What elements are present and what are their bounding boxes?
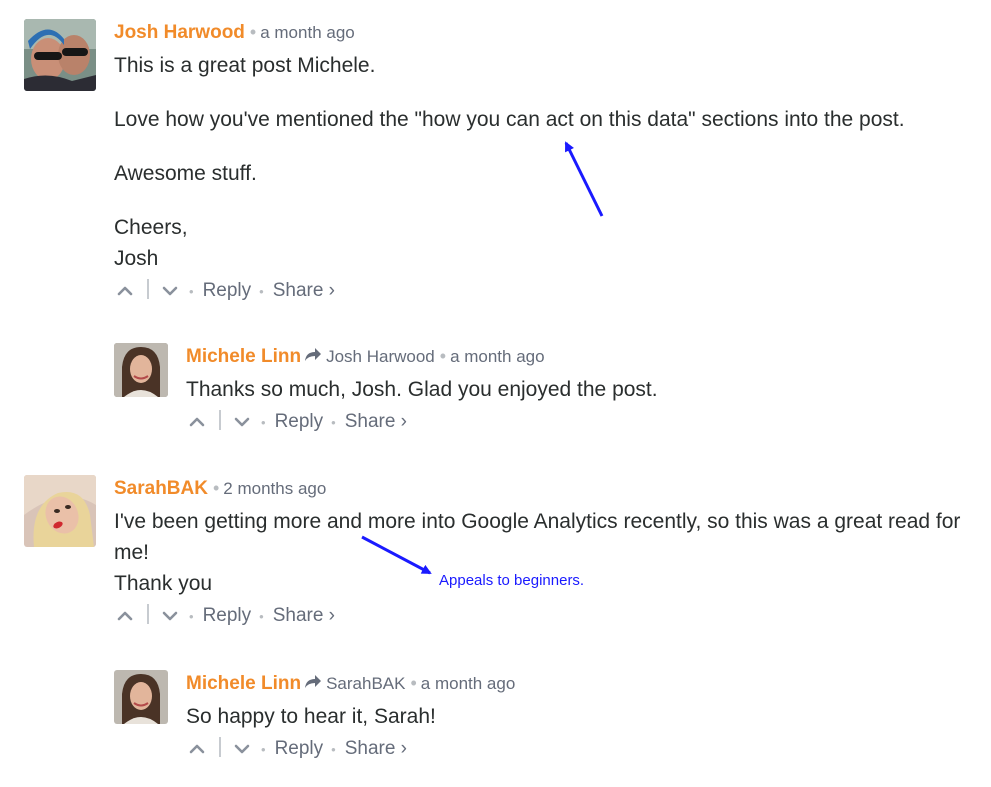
comment-paragraph: So happy to hear it, Sarah!	[186, 705, 436, 728]
comment-actions: • Reply • Share ›	[114, 276, 974, 306]
meta-separator: •	[212, 478, 220, 498]
chevron-up-icon	[117, 611, 133, 621]
chevron-down-icon	[234, 417, 250, 427]
comment-1: Josh Harwood • a month ago This is a great…	[114, 19, 974, 306]
reply-to[interactable]: Josh Harwood	[304, 347, 435, 366]
avatar-sarahbak[interactable]	[24, 475, 96, 547]
vote-divider	[219, 737, 221, 757]
meta-separator: •	[439, 346, 447, 366]
comment-paragraph: I've been getting more and more into Goo…	[114, 510, 961, 564]
chevron-up-icon	[117, 286, 133, 296]
action-separator: •	[189, 609, 194, 624]
action-separator: •	[331, 415, 336, 430]
action-separator: •	[189, 284, 194, 299]
comment-meta: SarahBAK • 2 months ago	[114, 475, 964, 502]
reply-to-name: Josh Harwood	[326, 347, 435, 366]
comment-body: This is a great post Michele. Love how y…	[114, 50, 974, 274]
avatar-josh-harwood[interactable]	[24, 19, 96, 91]
reply-button[interactable]: Reply	[275, 738, 324, 759]
share-button[interactable]: Share ›	[273, 605, 335, 626]
meta-separator: •	[249, 22, 257, 42]
comment-timestamp[interactable]: a month ago	[260, 23, 355, 42]
comment-4: Michele Linn SarahBAK • a month ago So happ…	[186, 670, 966, 764]
share-arrow-icon	[305, 675, 322, 688]
vote-divider	[147, 604, 149, 624]
reply-button[interactable]: Reply	[203, 605, 252, 626]
comment-meta: Michele Linn Josh Harwood • a month ago	[186, 343, 966, 370]
comment-timestamp[interactable]: a month ago	[421, 674, 516, 693]
vote-divider	[219, 410, 221, 430]
comment-meta: Josh Harwood • a month ago	[114, 19, 974, 46]
upvote-button[interactable]	[114, 601, 136, 631]
comment-author[interactable]: Michele Linn	[186, 346, 301, 367]
upvote-button[interactable]	[186, 734, 208, 764]
downvote-button[interactable]	[159, 276, 181, 306]
vote-divider	[147, 279, 149, 299]
comment-author[interactable]: Michele Linn	[186, 673, 301, 694]
avatar-michele-linn[interactable]	[114, 670, 168, 724]
comment-actions: • Reply • Share ›	[114, 601, 964, 631]
upvote-button[interactable]	[114, 276, 136, 306]
downvote-button[interactable]	[231, 407, 253, 437]
action-separator: •	[331, 742, 336, 757]
chevron-down-icon	[162, 286, 178, 296]
comment-author[interactable]: Josh Harwood	[114, 22, 245, 43]
reply-button[interactable]: Reply	[275, 411, 324, 432]
reply-to-name: SarahBAK	[326, 674, 406, 693]
action-separator: •	[261, 415, 266, 430]
downvote-button[interactable]	[231, 734, 253, 764]
comment-paragraph: Cheers,	[114, 216, 188, 239]
comment-paragraph: Awesome stuff.	[114, 162, 257, 185]
comment-paragraph: Love how you've mentioned the "how you c…	[114, 108, 905, 131]
reply-button[interactable]: Reply	[203, 280, 252, 301]
chevron-down-icon	[234, 744, 250, 754]
avatar-michele-linn[interactable]	[114, 343, 168, 397]
comment-timestamp[interactable]: 2 months ago	[223, 479, 326, 498]
comment-paragraph: Thanks so much, Josh. Glad you enjoyed t…	[186, 378, 658, 401]
reply-to[interactable]: SarahBAK	[304, 674, 405, 693]
comment-body: Thanks so much, Josh. Glad you enjoyed t…	[186, 374, 966, 405]
action-separator: •	[259, 609, 264, 624]
chevron-up-icon	[189, 417, 205, 427]
share-button[interactable]: Share ›	[345, 738, 407, 759]
comment-body: So happy to hear it, Sarah!	[186, 701, 966, 732]
upvote-button[interactable]	[186, 407, 208, 437]
comment-timestamp[interactable]: a month ago	[450, 347, 545, 366]
action-separator: •	[261, 742, 266, 757]
chevron-down-icon	[162, 611, 178, 621]
annotation-label: Appeals to beginners.	[439, 572, 585, 589]
share-button[interactable]: Share ›	[345, 411, 407, 432]
action-separator: •	[259, 284, 264, 299]
comment-3: SarahBAK • 2 months ago I've been getting …	[114, 475, 964, 631]
comment-author[interactable]: SarahBAK	[114, 478, 208, 499]
chevron-up-icon	[189, 744, 205, 754]
comment-actions: • Reply • Share ›	[186, 734, 966, 764]
meta-separator: •	[410, 673, 417, 693]
comment-2: Michele Linn Josh Harwood • a month ago Tha…	[186, 343, 966, 437]
downvote-button[interactable]	[159, 601, 181, 631]
comment-paragraph: This is a great post Michele.	[114, 54, 376, 77]
share-button[interactable]: Share ›	[273, 280, 335, 301]
comment-paragraph: Josh	[114, 247, 159, 270]
share-arrow-icon	[305, 348, 322, 361]
comment-meta: Michele Linn SarahBAK • a month ago	[186, 670, 966, 697]
comment-actions: • Reply • Share ›	[186, 407, 966, 437]
